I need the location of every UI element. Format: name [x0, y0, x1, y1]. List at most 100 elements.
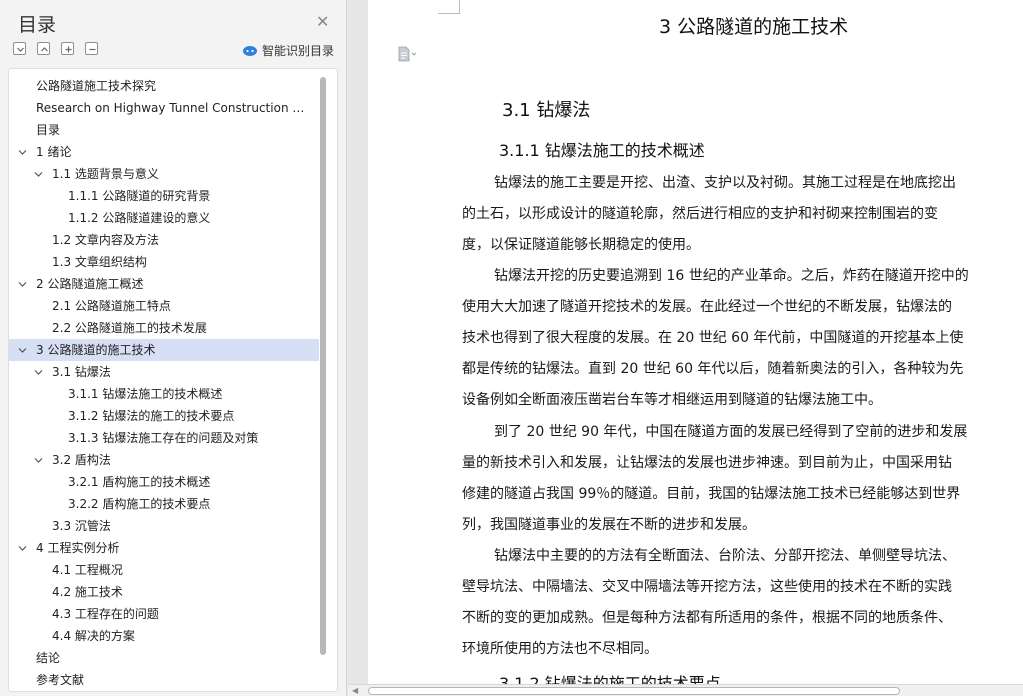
toc-item-label: 结论 — [36, 651, 61, 665]
section-heading: 3.1 钻爆法 — [502, 100, 591, 121]
chevron-down-icon[interactable] — [34, 368, 43, 377]
toc-item-label: 参考文献 — [36, 673, 85, 687]
toc-item-label: 3.1.2 钻爆法的施工的技术要点 — [68, 409, 235, 423]
document-icon[interactable] — [396, 46, 418, 62]
toc-item[interactable]: 4 工程实例分析 — [9, 537, 319, 559]
toc-item-label: 3.1 钻爆法 — [52, 365, 111, 379]
toc-item[interactable]: 3.2.1 盾构施工的技术概述 — [9, 471, 319, 493]
toc-item-label: Research on Highway Tunnel Construction … — [36, 101, 309, 115]
toc-item[interactable]: 3 公路隧道的施工技术 — [9, 339, 319, 361]
add-heading-button[interactable] — [61, 42, 74, 55]
horizontal-scrollbar[interactable]: ◀ — [348, 684, 1023, 696]
chevron-down-icon[interactable] — [34, 456, 43, 465]
paragraph-line: 列，我国隧道事业的发展在不断的进步和发展。 — [462, 517, 756, 533]
minus-icon — [89, 48, 96, 51]
toc-item-label: 1.1.1 公路隧道的研究背景 — [68, 189, 211, 203]
paragraph-line: 使用大大加速了隧道开挖技术的发展。在此经过一个世纪的不断发展，钻爆法的 — [462, 299, 952, 315]
toc-item[interactable]: 3.2 盾构法 — [9, 449, 319, 471]
toc-title: 目录 — [18, 14, 57, 36]
chevron-down-icon[interactable] — [34, 170, 43, 179]
paragraph-line: 技术也得到了很大程度的发展。在 20 世纪 60 年代前，中国隧道的开挖基本上使 — [462, 330, 964, 346]
subsection-heading-2: 3.1.2 钻爆法的施工的技术要点 — [499, 674, 721, 684]
paragraph-line: 壁导坑法、中隔墙法、交叉中隔墙法等开挖方法，这些使用的技术在不断的实践 — [462, 579, 952, 595]
page-corner-mark — [438, 0, 460, 14]
chevron-up-icon — [41, 47, 48, 52]
ai-cloud-icon — [243, 46, 257, 56]
toc-item[interactable]: 3.1 钻爆法 — [9, 361, 319, 383]
paragraph-line: 度，以保证隧道能够长期稳定的使用。 — [462, 237, 700, 253]
toc-item-label: 3.1.3 钻爆法施工存在的问题及对策 — [68, 431, 259, 445]
toc-item[interactable]: 2.1 公路隧道施工特点 — [9, 295, 319, 317]
app-window: 目录 ✕ 智能识别目录 公路隧道施工技术探究 Research on Highwa… — [0, 0, 1023, 696]
toc-item[interactable]: 3.1.1 钻爆法施工的技术概述 — [9, 383, 319, 405]
toc-item-label: 1.3 文章组织结构 — [52, 255, 147, 269]
toc-item[interactable]: 3.1.3 钻爆法施工存在的问题及对策 — [9, 427, 319, 449]
toc-item[interactable]: 公路隧道施工技术探究 — [9, 75, 319, 97]
subsection-heading-1: 3.1.1 钻爆法施工的技术概述 — [499, 141, 705, 160]
paragraph-line: 的土石，以形成设计的隧道轮廓，然后进行相应的支护和衬砌来控制围岩的变 — [462, 206, 938, 222]
toc-item[interactable]: 4.4 解决的方案 — [9, 625, 319, 647]
toc-item-label: 1.2 文章内容及方法 — [52, 233, 159, 247]
remove-heading-button[interactable] — [85, 42, 98, 55]
toc-item-label: 1.1 选题背景与意义 — [52, 167, 159, 181]
toc-item[interactable]: 1 绪论 — [9, 141, 319, 163]
collapse-all-button[interactable] — [13, 42, 26, 55]
expand-up-button[interactable] — [37, 42, 50, 55]
toc-item[interactable]: 1.1.2 公路隧道建设的意义 — [9, 207, 319, 229]
toc-item[interactable]: 1.1.1 公路隧道的研究背景 — [9, 185, 319, 207]
toc-item[interactable]: 参考文献 — [9, 669, 319, 691]
toc-item-label: 3.2.2 盾构施工的技术要点 — [68, 497, 211, 511]
toc-item-label: 4 工程实例分析 — [36, 541, 120, 555]
toc-item[interactable]: 3.1.2 钻爆法的施工的技术要点 — [9, 405, 319, 427]
toc-item-label: 2 公路隧道施工概述 — [36, 277, 144, 291]
toc-list: 公路隧道施工技术探究 Research on Highway Tunnel Con… — [9, 75, 319, 691]
toc-item[interactable]: 1.3 文章组织结构 — [9, 251, 319, 273]
toc-item-label: 2.2 公路隧道施工的技术发展 — [52, 321, 207, 335]
toc-item-label: 3.2.1 盾构施工的技术概述 — [68, 475, 211, 489]
toc-item[interactable]: Research on Highway Tunnel Construction … — [9, 97, 319, 119]
chevron-down-icon[interactable] — [18, 544, 27, 553]
paragraph-line: 修建的隧道占我国 99％的隧道。目前，我国的钻爆法施工技术已经能够达到世界 — [462, 486, 961, 502]
toc-item-label: 3.3 沉管法 — [52, 519, 111, 533]
toc-item[interactable]: 2 公路隧道施工概述 — [9, 273, 319, 295]
toc-item[interactable]: 1.2 文章内容及方法 — [9, 229, 319, 251]
paragraph-line: 钻爆法开挖的历史要追溯到 16 世纪的产业革命。之后，炸药在隧道开挖中的 — [494, 268, 969, 284]
chevron-down-icon — [17, 47, 24, 52]
chevron-down-icon[interactable] — [18, 346, 27, 355]
document-page[interactable]: 3 公路隧道的施工技术 3.1 钻爆法 3.1.1 钻爆法施工的技术概述 钻爆法… — [368, 0, 1023, 684]
chapter-heading: 3 公路隧道的施工技术 — [659, 16, 849, 38]
scroll-left-icon[interactable]: ◀ — [352, 687, 358, 695]
toc-item-label: 2.1 公路隧道施工特点 — [52, 299, 171, 313]
horizontal-scroll-thumb[interactable] — [368, 687, 900, 695]
toc-item[interactable]: 目录 — [9, 119, 319, 141]
chevron-down-icon[interactable] — [18, 280, 27, 289]
toc-item[interactable]: 结论 — [9, 647, 319, 669]
paragraph-line: 环境所使用的方法也不尽相同。 — [462, 641, 658, 657]
toc-item[interactable]: 4.2 施工技术 — [9, 581, 319, 603]
smart-toc-button[interactable]: 智能识别目录 — [242, 41, 334, 59]
plus-icon — [65, 46, 72, 53]
toc-item[interactable]: 2.2 公路隧道施工的技术发展 — [9, 317, 319, 339]
paragraph-line: 都是传统的钻爆法。直到 20 世纪 60 年代以后，随着新奥法的引入，各种较为先 — [462, 361, 964, 377]
toc-item-label: 目录 — [36, 123, 61, 137]
chevron-down-icon[interactable] — [18, 148, 27, 157]
toc-item[interactable]: 4.3 工程存在的问题 — [9, 603, 319, 625]
toc-item[interactable]: 3.3 沉管法 — [9, 515, 319, 537]
toc-scrollbar[interactable] — [320, 77, 326, 655]
toc-item-label: 4.4 解决的方案 — [52, 629, 135, 643]
toc-item-label: 3.1.1 钻爆法施工的技术概述 — [68, 387, 223, 401]
toc-item[interactable]: 3.2.2 盾构施工的技术要点 — [9, 493, 319, 515]
toc-item[interactable]: 1.1 选题背景与意义 — [9, 163, 319, 185]
toc-item[interactable]: 4.1 工程概况 — [9, 559, 319, 581]
paragraph-line: 不断的变的更加成熟。但是每种方法都有所适用的条件，根据不同的地质条件、 — [462, 610, 952, 626]
toc-panel: 目录 ✕ 智能识别目录 公路隧道施工技术探究 Research on Highwa… — [0, 0, 347, 696]
toc-list-container: 公路隧道施工技术探究 Research on Highway Tunnel Con… — [8, 68, 338, 692]
paragraph-line: 钻爆法中主要的的方法有全断面法、台阶法、分部开挖法、单侧壁导坑法、 — [494, 548, 956, 564]
paragraph-line: 钻爆法的施工主要是开挖、出渣、支护以及衬砌。其施工过程是在地底挖出 — [494, 175, 956, 191]
toc-item-label: 3 公路隧道的施工技术 — [36, 343, 156, 357]
close-icon[interactable]: ✕ — [316, 14, 329, 30]
paragraph-line: 到了 20 世纪 90 年代，中国在隧道方面的发展已经得到了空前的进步和发展 — [494, 424, 968, 440]
smart-toc-label: 智能识别目录 — [262, 43, 335, 58]
toc-item-label: 1.1.2 公路隧道建设的意义 — [68, 211, 211, 225]
toc-item-label: 4.1 工程概况 — [52, 563, 123, 577]
